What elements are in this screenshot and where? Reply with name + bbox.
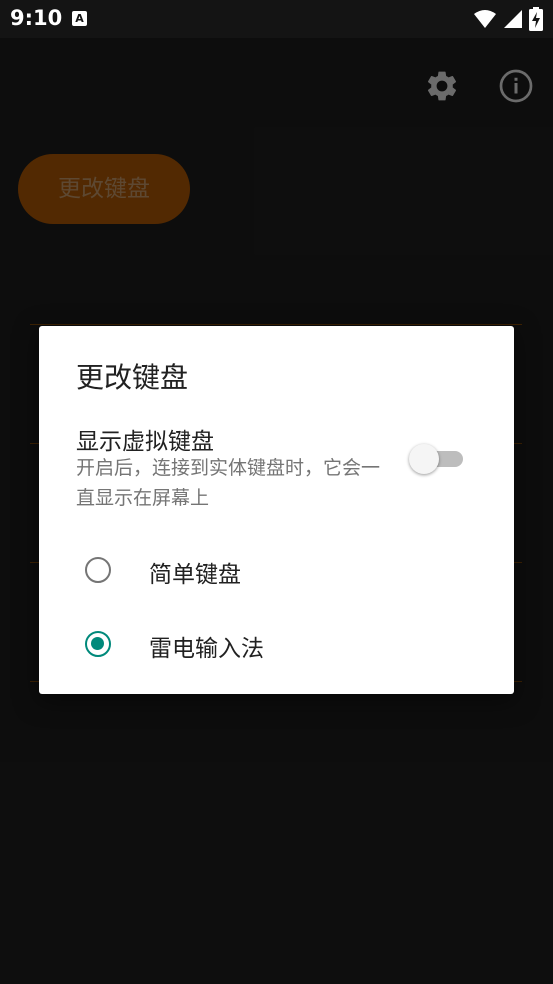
show-virtual-keyboard-label: 显示虚拟键盘 xyxy=(76,429,214,455)
status-time: 9:10 xyxy=(10,6,63,30)
status-bar: 9:10 A xyxy=(0,0,553,38)
battery-charging-icon xyxy=(529,7,543,31)
option-label: 简单键盘 xyxy=(149,562,241,588)
option-simple-keyboard[interactable]: 简单键盘 xyxy=(79,546,499,598)
radio-unchecked-icon[interactable] xyxy=(85,557,111,583)
option-thunder-ime[interactable]: 雷电输入法 xyxy=(79,620,499,672)
signal-icon xyxy=(503,10,522,28)
change-keyboard-dialog: 更改键盘 显示虚拟键盘 开启后，连接到实体键盘时，它会一直显示在屏幕上 简单键盘… xyxy=(39,326,514,694)
status-icons xyxy=(473,7,543,31)
dialog-title: 更改键盘 xyxy=(76,361,189,394)
show-virtual-keyboard-description: 开启后，连接到实体键盘时，它会一直显示在屏幕上 xyxy=(76,457,381,509)
radio-dot xyxy=(91,637,104,650)
wifi-icon xyxy=(473,10,496,28)
notification-a-icon: A xyxy=(72,11,87,26)
option-label: 雷电输入法 xyxy=(149,636,264,662)
show-virtual-keyboard-switch[interactable] xyxy=(409,442,463,476)
switch-thumb xyxy=(409,444,439,474)
radio-checked-icon[interactable] xyxy=(85,631,111,657)
